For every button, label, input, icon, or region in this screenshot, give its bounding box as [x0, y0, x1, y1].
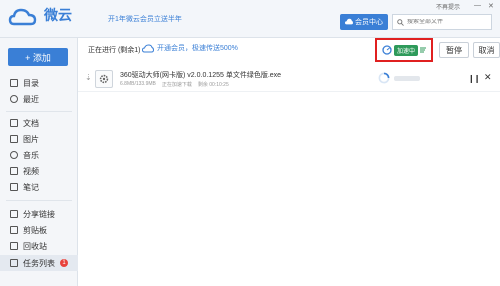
sidebar-item-clipboard[interactable]: 剪贴板: [10, 223, 47, 237]
sidebar-item-music[interactable]: 音乐: [10, 148, 39, 162]
minimize-button[interactable]: —: [474, 2, 481, 9]
speed-icon: [382, 45, 392, 55]
file-thumbnail: [95, 70, 113, 88]
pause-icon[interactable]: ❙❙: [468, 74, 480, 83]
promo-link[interactable]: 开1年微云会员立送半年: [108, 14, 182, 24]
divider: [6, 111, 72, 112]
folder-icon: [10, 79, 18, 87]
task-state: 正在加速下载: [161, 82, 192, 88]
sidebar-item-label: 文档: [23, 118, 39, 128]
close-icon[interactable]: ✕: [484, 72, 492, 83]
sidebar-item-images[interactable]: 图片: [10, 132, 39, 146]
image-icon: [10, 135, 18, 143]
sidebar-item-label: 回收站: [23, 241, 47, 251]
note-icon: [10, 183, 18, 191]
dismiss-link[interactable]: 不再提示: [436, 2, 460, 11]
speed-lines-icon: [420, 47, 426, 53]
member-center-label: 会员中心: [355, 19, 383, 26]
sidebar-item-label: 分享链接: [23, 209, 55, 219]
open-member-link[interactable]: 开通会员，极速传送500%: [142, 43, 238, 53]
cancel-all-button[interactable]: 取消: [473, 42, 500, 58]
app-name: 微云: [44, 7, 72, 23]
progress-ring-icon: [378, 72, 390, 84]
sidebar-item-label: 笔记: [23, 182, 39, 192]
share-icon: [10, 210, 18, 218]
open-member-label: 开通会员，极速传送500%: [157, 45, 238, 52]
sidebar-item-recycle-bin[interactable]: 回收站: [10, 239, 47, 253]
download-arrow-icon: ⇣: [85, 73, 92, 82]
add-label: + 添加: [25, 52, 51, 63]
music-icon: [10, 151, 18, 159]
search-box[interactable]: [392, 14, 492, 30]
add-button[interactable]: + 添加: [8, 48, 68, 66]
pause-all-button[interactable]: 暂停: [439, 42, 469, 58]
sidebar-item-label: 剪贴板: [23, 225, 47, 235]
task-row[interactable]: ⇣ 360驱动大师(网卡版) v2.0.0.1255 单文件绿色版.exe 6.…: [78, 66, 500, 92]
sidebar-item-recent[interactable]: 最近: [10, 92, 39, 106]
close-window-button[interactable]: ✕: [488, 2, 494, 10]
gear-icon: [99, 74, 109, 84]
sidebar-item-label: 音乐: [23, 150, 39, 160]
video-icon: [10, 167, 18, 175]
sidebar-item-documents[interactable]: 文档: [10, 116, 39, 130]
document-icon: [10, 119, 18, 127]
task-status-text: 正在进行 (剩余1): [88, 47, 141, 54]
cloud-icon: [142, 43, 154, 52]
sidebar-item-directory[interactable]: 目录: [10, 76, 39, 90]
task-size: 6.8MB/133.9MB: [120, 81, 156, 87]
sidebar: + 添加 目录 最近 文档 图片 音乐 视频 笔记 分享链接 剪贴板 回收站 任…: [0, 38, 78, 286]
task-filename: 360驱动大师(网卡版) v2.0.0.1255 单文件绿色版.exe: [120, 72, 282, 79]
task-toolbar: 正在进行 (剩余1) 开通会员，极速传送500% 加速中 暂停 取消: [78, 38, 500, 66]
task-count-badge: 1: [60, 259, 68, 267]
cloud-icon: [345, 18, 353, 25]
title-bar: 微云 开1年微云会员立送半年 不再提示 — ✕ 会员中心: [0, 0, 500, 38]
sidebar-item-video[interactable]: 视频: [10, 164, 39, 178]
accelerating-indicator[interactable]: 加速中: [375, 38, 433, 62]
sidebar-item-label: 最近: [23, 94, 39, 104]
sidebar-item-label: 任务列表: [23, 258, 55, 268]
sidebar-item-share-links[interactable]: 分享链接: [10, 207, 55, 221]
trash-icon: [10, 242, 18, 250]
sidebar-item-label: 目录: [23, 78, 39, 88]
sidebar-item-notes[interactable]: 笔记: [10, 180, 39, 194]
search-icon: [397, 18, 404, 26]
member-center-button[interactable]: 会员中心: [340, 14, 388, 30]
clipboard-icon: [10, 226, 18, 234]
task-list-icon: [10, 259, 18, 267]
sidebar-item-task-list[interactable]: 任务列表 1: [0, 255, 78, 271]
sidebar-item-label: 图片: [23, 134, 39, 144]
task-time-left: 剩余 00:10:25: [197, 82, 229, 88]
search-input[interactable]: [407, 19, 487, 25]
sidebar-item-label: 视频: [23, 166, 39, 176]
clock-icon: [10, 95, 18, 103]
divider: [6, 200, 72, 201]
blurred-speed: [394, 76, 420, 81]
task-meta: 6.8MB/133.9MB 正在加速下载 剩余 00:10:25: [120, 81, 229, 88]
accelerating-label: 加速中: [393, 44, 418, 56]
